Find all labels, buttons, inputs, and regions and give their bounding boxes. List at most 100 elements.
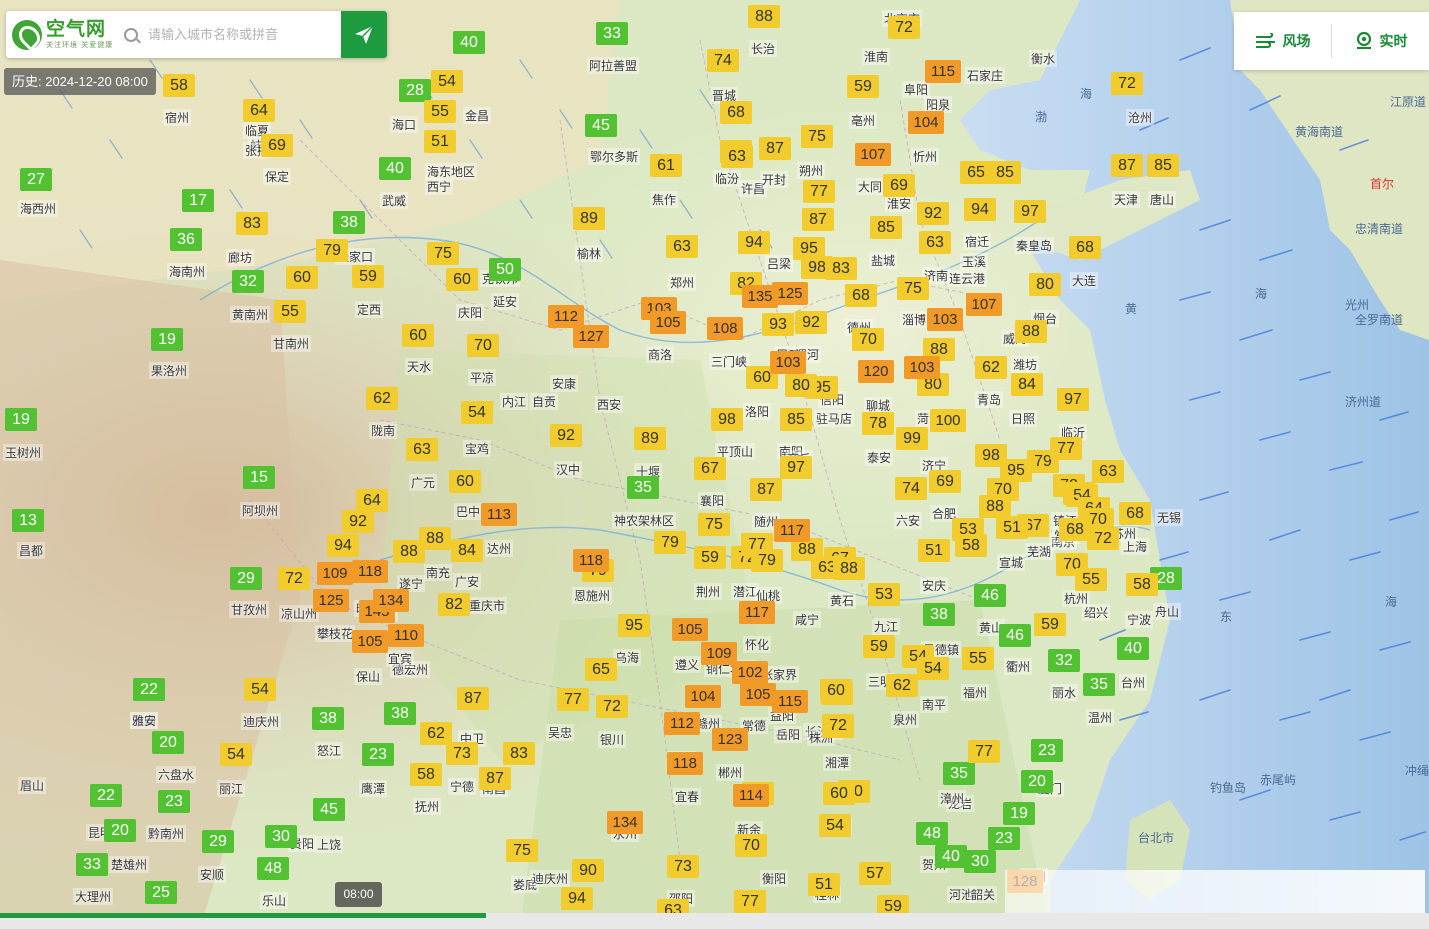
locate-button[interactable]	[341, 11, 387, 58]
aqi-marker[interactable]: 60	[402, 324, 434, 347]
aqi-marker[interactable]: 85	[780, 408, 812, 431]
aqi-marker[interactable]: 72	[1111, 72, 1143, 95]
aqi-marker[interactable]: 65	[960, 161, 992, 184]
aqi-marker[interactable]: 32	[1048, 649, 1080, 672]
aqi-marker[interactable]: 54	[431, 70, 463, 93]
aqi-marker[interactable]: 45	[313, 798, 345, 821]
aqi-marker[interactable]: 99	[896, 427, 928, 450]
aqi-marker[interactable]: 20	[152, 731, 184, 754]
aqi-marker[interactable]: 46	[974, 584, 1006, 607]
aqi-marker[interactable]: 79	[751, 549, 783, 572]
aqi-marker[interactable]: 59	[863, 635, 895, 658]
aqi-marker[interactable]: 38	[312, 707, 344, 730]
aqi-marker[interactable]: 58	[410, 763, 442, 786]
aqi-marker[interactable]: 69	[929, 470, 961, 493]
aqi-marker[interactable]: 62	[366, 387, 398, 410]
aqi-marker[interactable]: 92	[917, 202, 949, 225]
aqi-marker[interactable]: 107	[855, 143, 891, 166]
aqi-marker[interactable]: 95	[618, 614, 650, 637]
aqi-marker[interactable]: 38	[384, 702, 416, 725]
aqi-marker[interactable]: 113	[481, 503, 517, 526]
aqi-marker[interactable]: 22	[133, 678, 165, 701]
aqi-marker[interactable]: 70	[735, 834, 767, 857]
aqi-marker[interactable]: 72	[596, 695, 628, 718]
aqi-marker[interactable]: 94	[561, 887, 593, 910]
aqi-marker[interactable]: 94	[327, 534, 359, 557]
aqi-marker[interactable]: 88	[1015, 320, 1047, 343]
aqi-marker[interactable]: 23	[1031, 739, 1063, 762]
aqi-marker[interactable]: 77	[1050, 437, 1082, 460]
aqi-marker[interactable]: 19	[1003, 802, 1035, 825]
aqi-marker[interactable]: 108	[707, 317, 743, 340]
aqi-marker[interactable]: 54	[819, 814, 851, 837]
aqi-marker[interactable]: 84	[1011, 373, 1043, 396]
aqi-marker[interactable]: 88	[833, 557, 865, 580]
aqi-marker[interactable]: 46	[999, 624, 1031, 647]
aqi-marker[interactable]: 17	[182, 189, 214, 212]
aqi-marker[interactable]: 87	[750, 478, 782, 501]
aqi-marker[interactable]: 50	[489, 258, 521, 281]
aqi-marker[interactable]: 20	[1021, 770, 1053, 793]
aqi-marker[interactable]: 55	[424, 100, 456, 123]
aqi-marker[interactable]: 54	[220, 743, 252, 766]
aqi-marker[interactable]: 98	[711, 408, 743, 431]
aqi-marker[interactable]: 40	[453, 31, 485, 54]
aqi-marker[interactable]: 87	[1111, 154, 1143, 177]
aqi-marker[interactable]: 117	[739, 601, 775, 624]
aqi-marker[interactable]: 59	[352, 265, 384, 288]
aqi-marker[interactable]: 115	[925, 60, 961, 83]
aqi-marker[interactable]: 118	[573, 549, 609, 572]
aqi-marker[interactable]: 87	[479, 767, 511, 790]
aqi-marker[interactable]: 134	[373, 589, 409, 612]
aqi-marker[interactable]: 63	[919, 231, 951, 254]
aqi-marker[interactable]: 70	[467, 334, 499, 357]
aqi-marker[interactable]: 73	[446, 742, 478, 765]
aqi-marker[interactable]: 58	[163, 74, 195, 97]
aqi-marker[interactable]: 28	[399, 79, 431, 102]
aqi-marker[interactable]: 30	[265, 825, 297, 848]
aqi-marker[interactable]: 87	[759, 137, 791, 160]
aqi-marker[interactable]: 93	[762, 313, 794, 336]
aqi-marker[interactable]: 109	[317, 562, 353, 585]
aqi-marker[interactable]: 80	[785, 374, 817, 397]
aqi-marker[interactable]: 57	[859, 862, 891, 885]
aqi-marker[interactable]: 30	[964, 850, 996, 873]
aqi-marker[interactable]: 85	[989, 161, 1021, 184]
aqi-marker[interactable]: 105	[740, 683, 776, 706]
aqi-marker[interactable]: 45	[585, 114, 617, 137]
aqi-marker[interactable]: 40	[379, 157, 411, 180]
aqi-marker[interactable]: 59	[1034, 613, 1066, 636]
aqi-marker[interactable]: 19	[151, 328, 183, 351]
aqi-marker[interactable]: 33	[76, 853, 108, 876]
aqi-marker[interactable]: 60	[820, 679, 852, 702]
aqi-marker[interactable]: 36	[170, 228, 202, 251]
aqi-marker[interactable]: 72	[822, 714, 854, 737]
aqi-marker[interactable]: 55	[962, 647, 994, 670]
aqi-marker[interactable]: 75	[506, 839, 538, 862]
aqi-marker[interactable]: 62	[886, 674, 918, 697]
aqi-marker[interactable]: 90	[572, 859, 604, 882]
aqi-marker[interactable]: 63	[721, 145, 753, 168]
aqi-marker[interactable]: 115	[772, 690, 808, 713]
aqi-marker[interactable]: 23	[362, 743, 394, 766]
aqi-marker[interactable]: 83	[503, 742, 535, 765]
aqi-marker[interactable]: 68	[1119, 502, 1151, 525]
aqi-marker[interactable]: 61	[650, 154, 682, 177]
aqi-marker[interactable]: 68	[1069, 236, 1101, 259]
aqi-marker[interactable]: 48	[257, 857, 289, 880]
aqi-marker[interactable]: 48	[916, 822, 948, 845]
aqi-marker[interactable]: 92	[795, 311, 827, 334]
aqi-marker[interactable]: 89	[573, 207, 605, 230]
aqi-marker[interactable]: 33	[596, 22, 628, 45]
aqi-marker[interactable]: 69	[261, 134, 293, 157]
aqi-marker[interactable]: 51	[996, 516, 1028, 539]
aqi-marker[interactable]: 103	[927, 308, 963, 331]
aqi-marker[interactable]: 63	[666, 235, 698, 258]
aqi-marker[interactable]: 60	[446, 268, 478, 291]
aqi-marker[interactable]: 100	[930, 409, 966, 432]
aqi-marker[interactable]: 103	[904, 356, 940, 379]
aqi-marker[interactable]: 88	[748, 5, 780, 28]
aqi-marker[interactable]: 120	[858, 360, 894, 383]
aqi-marker[interactable]: 60	[823, 782, 855, 805]
wind-field-button[interactable]: 风场	[1234, 31, 1331, 51]
